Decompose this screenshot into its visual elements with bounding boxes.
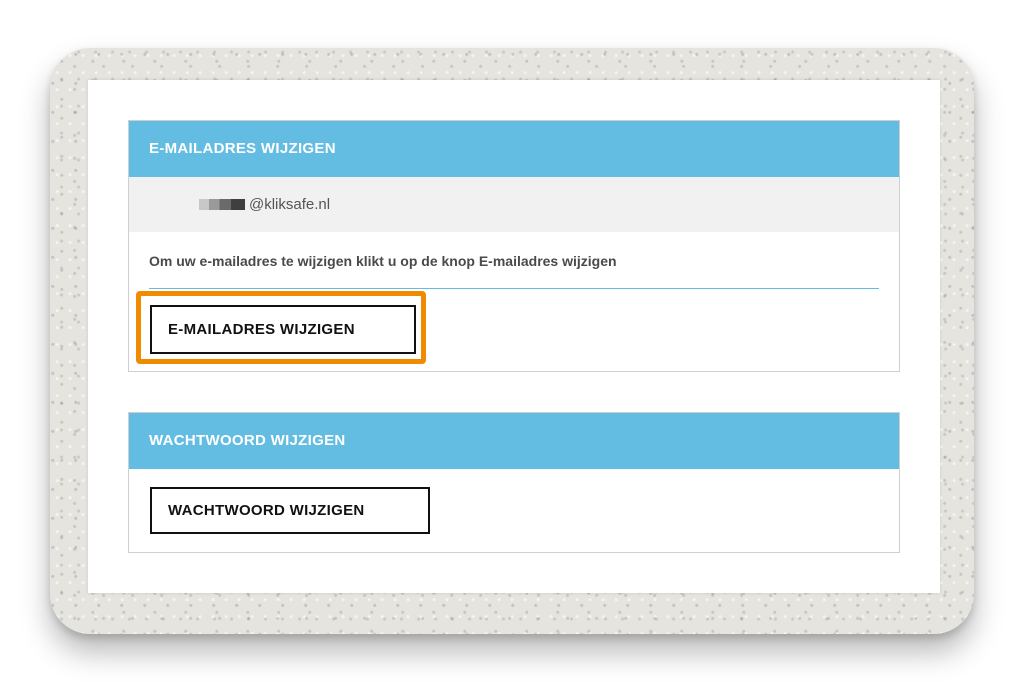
email-domain-text: @kliksafe.nl [249, 196, 331, 213]
change-email-button[interactable]: E-MAILADRES WIJZIGEN [150, 305, 416, 354]
change-password-button[interactable]: WACHTWOORD WIJZIGEN [150, 487, 430, 534]
current-email-row: @kliksafe.nl [129, 177, 899, 232]
redacted-email-username [199, 199, 245, 210]
password-change-panel: WACHTWOORD WIJZIGEN WACHTWOORD WIJZIGEN [128, 412, 900, 553]
email-change-instruction: Om uw e-mailadres te wijzigen klikt u op… [149, 253, 617, 269]
password-panel-header: WACHTWOORD WIJZIGEN [129, 413, 899, 469]
account-settings-screen: E-MAILADRES WIJZIGEN @kliksafe.nl Om uw … [88, 80, 940, 593]
email-change-panel: E-MAILADRES WIJZIGEN @kliksafe.nl Om uw … [128, 120, 900, 372]
email-panel-header: E-MAILADRES WIJZIGEN [129, 121, 899, 177]
section-divider [149, 288, 879, 289]
